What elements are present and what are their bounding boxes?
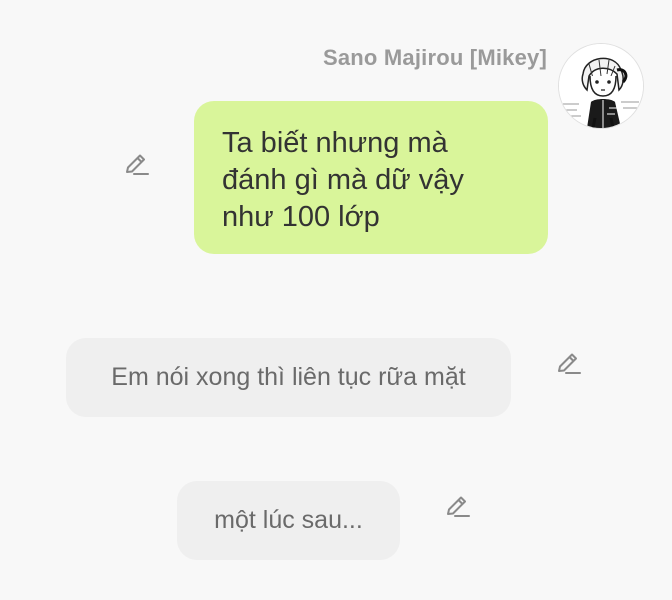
narration-text: Em nói xong thì liên tục rữa mặt — [111, 363, 466, 391]
sender-name: Sano Majirou [Mikey] — [322, 45, 547, 70]
chat-canvas: Sano Majirou [Mikey] Ta biết nhưng mà đá… — [0, 0, 672, 600]
narration-bubble: một lúc sau... — [177, 481, 400, 560]
dialogue-line: Ta biết nhưng mà — [222, 127, 448, 159]
edit-message-button[interactable] — [120, 149, 152, 181]
edit-pencil-icon — [126, 154, 149, 175]
dialogue-bubble: Ta biết nhưng mà đánh gì mà dữ vậy như 1… — [194, 101, 548, 254]
narration-text: một lúc sau... — [214, 506, 363, 534]
edit-pencil-icon — [447, 496, 470, 517]
edit-message-button[interactable] — [441, 491, 473, 523]
edit-pencil-icon — [558, 353, 581, 374]
dialogue-line: đánh gì mà dữ vậy — [222, 164, 464, 196]
sender-avatar[interactable] — [558, 43, 644, 129]
narration-bubble: Em nói xong thì liên tục rữa mặt — [66, 338, 511, 417]
avatar-portrait-icon — [559, 44, 643, 128]
edit-message-button[interactable] — [552, 348, 584, 380]
dialogue-line: như 100 lớp — [222, 201, 380, 233]
